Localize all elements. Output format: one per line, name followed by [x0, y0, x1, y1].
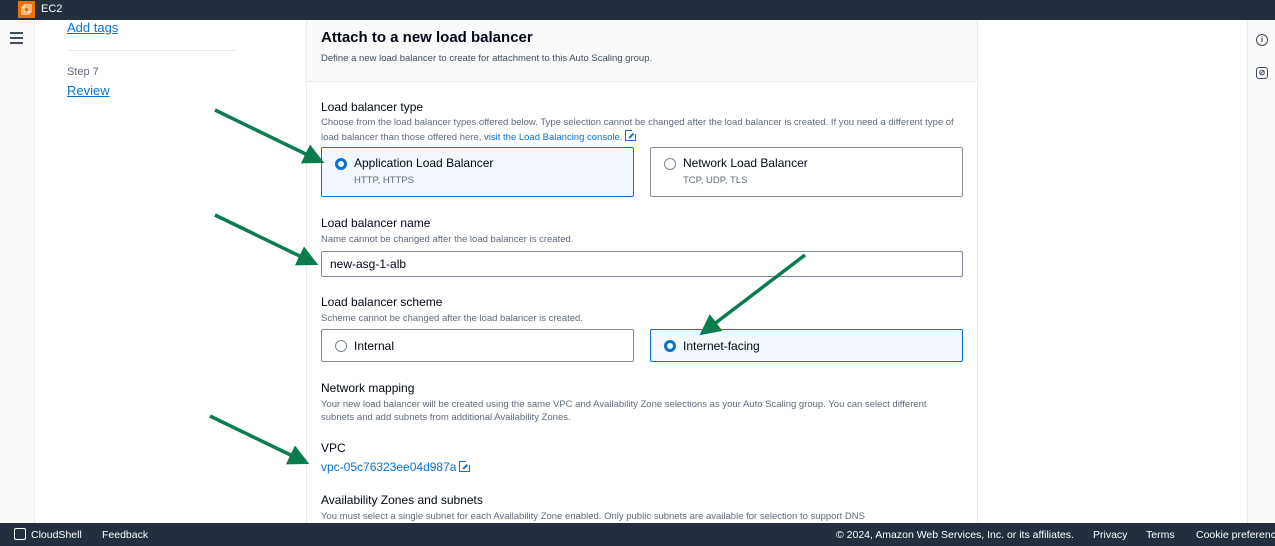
- lb-scheme-description: Scheme cannot be changed after the load …: [321, 313, 583, 324]
- vpc-id[interactable]: vpc-05c76323ee04d987a: [321, 460, 456, 474]
- vpc-link[interactable]: vpc-05c76323ee04d987a: [321, 460, 472, 474]
- option-title: Network Load Balancer: [683, 156, 808, 170]
- feedback-button[interactable]: Feedback: [102, 529, 148, 541]
- network-mapping-label: Network mapping: [321, 381, 415, 395]
- panel-header: Attach to a new load balancer Define a n…: [307, 20, 977, 82]
- option-subtitle: TCP, UDP, TLS: [683, 175, 748, 186]
- settings-icon[interactable]: ⊘: [1256, 67, 1268, 79]
- step-add-tags-link[interactable]: Add tags: [67, 20, 118, 35]
- radio-button[interactable]: [335, 340, 347, 352]
- option-title: Application Load Balancer: [354, 156, 494, 170]
- lb-type-description: Choose from the load balancer types offe…: [321, 117, 954, 143]
- cookie-preferences-link[interactable]: Cookie preferences: [1196, 529, 1275, 541]
- step-divider: [67, 50, 237, 51]
- external-link-icon[interactable]: [459, 460, 472, 472]
- privacy-link[interactable]: Privacy: [1093, 529, 1127, 541]
- service-name[interactable]: EC2: [41, 3, 62, 15]
- vpc-label: VPC: [321, 441, 346, 455]
- az-subnets-label: Availability Zones and subnets: [321, 493, 483, 507]
- az-subnets-description: You must select a single subnet for each…: [321, 511, 865, 522]
- info-icon[interactable]: i: [1256, 34, 1268, 46]
- radio-button-selected[interactable]: [335, 158, 347, 170]
- terms-link[interactable]: Terms: [1146, 529, 1175, 541]
- network-mapping-description: Your new load balancer will be created u…: [321, 399, 927, 423]
- top-navigation-bar: EC2: [0, 0, 1275, 20]
- lb-name-label: Load balancer name: [321, 216, 431, 230]
- step-7-label: Step 7: [67, 66, 99, 78]
- ec2-logo-icon[interactable]: [18, 1, 35, 18]
- option-title: Internal: [354, 339, 395, 353]
- left-navigation-rail: [0, 20, 35, 523]
- lb-type-label: Load balancer type: [321, 100, 424, 114]
- cloudshell-icon[interactable]: [14, 528, 26, 540]
- menu-icon[interactable]: [10, 32, 23, 47]
- load-balancing-console-link[interactable]: visit the Load Balancing console.: [484, 132, 622, 143]
- lb-type-network-option[interactable]: Network Load Balancer TCP, UDP, TLS: [650, 147, 963, 197]
- footer-bar: CloudShell Feedback © 2024, Amazon Web S…: [0, 523, 1275, 546]
- copyright-text: © 2024, Amazon Web Services, Inc. or its…: [836, 529, 1074, 541]
- radio-button[interactable]: [664, 158, 676, 170]
- lb-name-input[interactable]: new-asg-1-alb: [321, 251, 963, 277]
- right-tools-rail: i ⊘: [1247, 20, 1275, 523]
- attach-load-balancer-panel: Attach to a new load balancer Define a n…: [306, 20, 978, 523]
- lb-scheme-internet-facing-option[interactable]: Internet-facing: [650, 329, 963, 362]
- option-subtitle: HTTP, HTTPS: [354, 175, 414, 186]
- lb-scheme-internal-option[interactable]: Internal: [321, 329, 634, 362]
- lb-name-description: Name cannot be changed after the load ba…: [321, 234, 574, 245]
- option-title: Internet-facing: [683, 339, 760, 353]
- radio-button-selected[interactable]: [664, 340, 676, 352]
- step-review-link[interactable]: Review: [67, 83, 110, 98]
- lb-type-application-option[interactable]: Application Load Balancer HTTP, HTTPS: [321, 147, 634, 197]
- panel-description: Define a new load balancer to create for…: [321, 53, 653, 64]
- external-link-icon[interactable]: [625, 128, 638, 141]
- cloudshell-button[interactable]: CloudShell: [31, 529, 82, 541]
- lb-scheme-label: Load balancer scheme: [321, 295, 443, 309]
- panel-title: Attach to a new load balancer: [321, 29, 533, 46]
